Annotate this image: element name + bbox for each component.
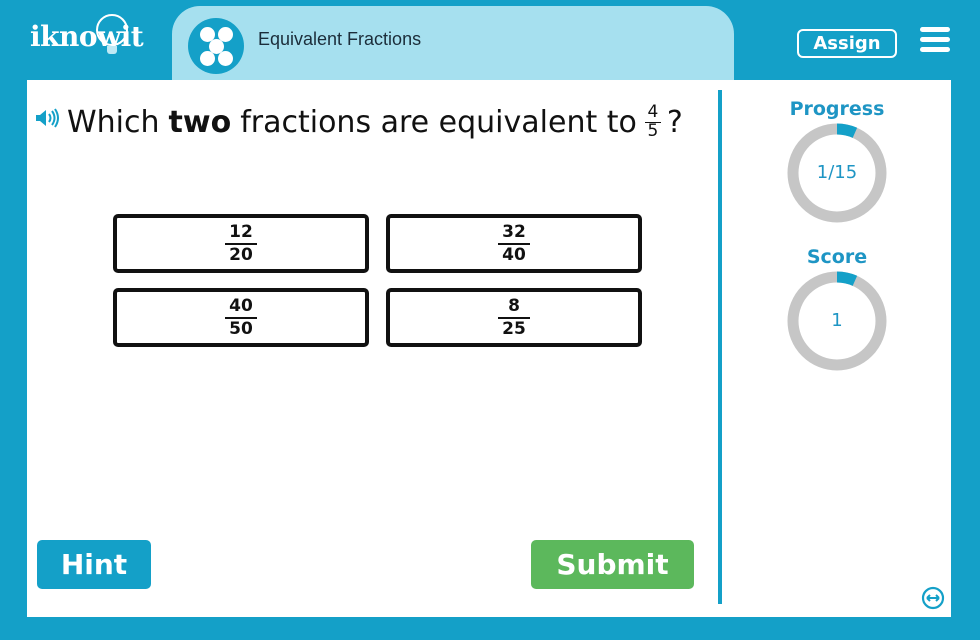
choice-denominator: 40 — [502, 244, 526, 265]
target-numerator: 4 — [647, 102, 659, 122]
progress-value: 1/15 — [816, 162, 858, 183]
score-value: 1 — [831, 310, 843, 331]
choice-denominator: 50 — [229, 318, 253, 339]
speaker-icon[interactable] — [35, 108, 61, 128]
choice-3[interactable]: 40 50 — [113, 288, 369, 347]
question-text: Which two fractions are equivalent to 4 … — [67, 102, 683, 142]
question-panel: Which two fractions are equivalent to 4 … — [27, 80, 951, 617]
target-fraction: 4 5 — [644, 102, 661, 142]
choice-denominator: 25 — [502, 318, 526, 339]
logo-bulb-icon — [96, 14, 128, 54]
score-label: Score — [806, 246, 868, 268]
choice-2[interactable]: 32 40 — [386, 214, 642, 273]
choice-numerator: 8 — [508, 295, 520, 316]
assign-button[interactable]: Assign — [797, 29, 897, 58]
question-suffix: fractions are equivalent to — [240, 105, 637, 141]
submit-button[interactable]: Submit — [531, 540, 694, 589]
target-denominator: 5 — [647, 121, 659, 142]
question-prefix: Which — [67, 105, 160, 141]
choice-numerator: 40 — [229, 295, 253, 316]
choice-4[interactable]: 8 25 — [386, 288, 642, 347]
choice-denominator: 20 — [229, 244, 253, 265]
menu-icon[interactable] — [920, 27, 950, 53]
panel-divider — [718, 90, 722, 604]
activity-title: Equivalent Fractions — [258, 29, 422, 49]
hint-button[interactable]: Hint — [37, 540, 151, 589]
question-emphasis: two — [168, 105, 232, 141]
progress-label: Progress — [789, 98, 885, 120]
choice-1[interactable]: 12 20 — [113, 214, 369, 273]
choice-numerator: 32 — [502, 221, 526, 242]
expand-icon[interactable] — [921, 586, 945, 610]
activity-tab: Equivalent Fractions — [172, 6, 734, 80]
question-end: ? — [666, 105, 683, 141]
activity-icon — [188, 18, 244, 74]
choice-numerator: 12 — [229, 221, 253, 242]
